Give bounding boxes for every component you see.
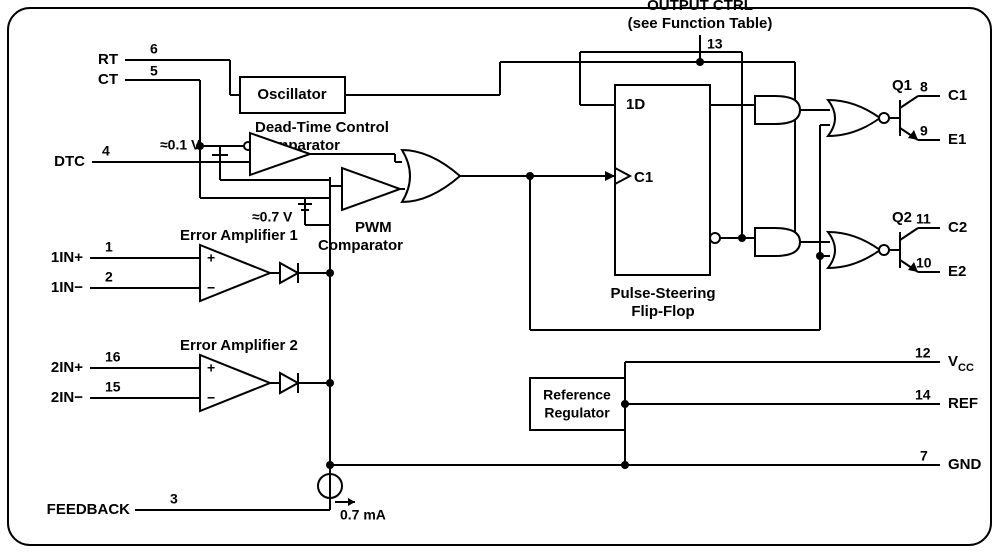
title-output-ctrl: OUTPUT CTRL — [647, 0, 753, 14]
pin-2inp-label: 2IN+ — [51, 359, 83, 376]
label-ea2: Error Amplifier 2 — [180, 337, 298, 354]
pin-e1-label: E1 — [948, 131, 966, 148]
and-gate-1 — [755, 96, 800, 124]
oscillator-label: Oscillator — [257, 86, 326, 103]
pin-ct-label: CT — [98, 71, 118, 88]
ea1-minus: − — [207, 280, 215, 296]
pin-1inn-label: 1IN− — [51, 279, 83, 296]
pin-1inp-num: 1 — [105, 239, 113, 255]
label-rr2: Regulator — [544, 405, 610, 421]
block-flip-flop — [615, 85, 710, 275]
q1-label: Q1 — [892, 77, 912, 94]
pin-2inn-label: 2IN− — [51, 389, 83, 406]
ff-1d: 1D — [626, 96, 645, 113]
pin-8-num: 8 — [920, 79, 928, 95]
pin-fb-num: 3 — [170, 491, 178, 507]
pin-fb-label: FEEDBACK — [47, 501, 131, 518]
pin-7-num: 7 — [920, 448, 928, 464]
pin-14-num: 14 — [915, 387, 931, 403]
label-0v7: ≈0.7 V — [252, 209, 293, 225]
title-func-table: (see Function Table) — [628, 15, 773, 32]
pin-9-num: 9 — [920, 123, 928, 139]
pin-10-num: 10 — [916, 255, 932, 271]
label-rr1: Reference — [543, 387, 611, 403]
ea2-minus: − — [207, 390, 215, 406]
ea2-plus: + — [207, 360, 215, 376]
pin-ref-label: REF — [948, 395, 978, 412]
pin-rt-label: RT — [98, 51, 118, 68]
pin-2inn-num: 15 — [105, 379, 121, 395]
label-psff2: Flip-Flop — [631, 303, 694, 320]
label-pwm1: PWM — [355, 219, 392, 236]
pin-vcc-sub: CC — [958, 362, 974, 374]
pin-gnd-label: GND — [948, 456, 982, 473]
pin-vcc-label: V — [948, 353, 958, 370]
pin-12-num: 12 — [915, 345, 931, 361]
label-psff1: Pulse-Steering — [610, 285, 715, 302]
label-ea1: Error Amplifier 1 — [180, 227, 298, 244]
pin-13-num: 13 — [707, 36, 723, 52]
pin-2inp-num: 16 — [105, 349, 121, 365]
label-0v1: ≈0.1 V — [160, 137, 201, 153]
ea1-plus: + — [207, 250, 215, 266]
label-0ma7: 0.7 mA — [340, 507, 386, 523]
pin-1inp-label: 1IN+ — [51, 249, 83, 266]
pin-11-num: 11 — [916, 211, 931, 227]
pin-e2-label: E2 — [948, 263, 966, 280]
pin-dtc-label: DTC — [54, 153, 85, 170]
q2-label: Q2 — [892, 209, 912, 226]
pin-ct-num: 5 — [150, 63, 158, 79]
pin-rt-num: 6 — [150, 41, 158, 57]
pin-c1-label: C1 — [948, 87, 967, 104]
pin-dtc-num: 4 — [102, 143, 110, 159]
ff-c1: C1 — [634, 169, 653, 186]
and-gate-2 — [755, 228, 800, 256]
pin-c2-label: C2 — [948, 219, 967, 236]
label-dtc1: Dead-Time Control — [255, 119, 389, 136]
pin-1inn-num: 2 — [105, 269, 113, 285]
